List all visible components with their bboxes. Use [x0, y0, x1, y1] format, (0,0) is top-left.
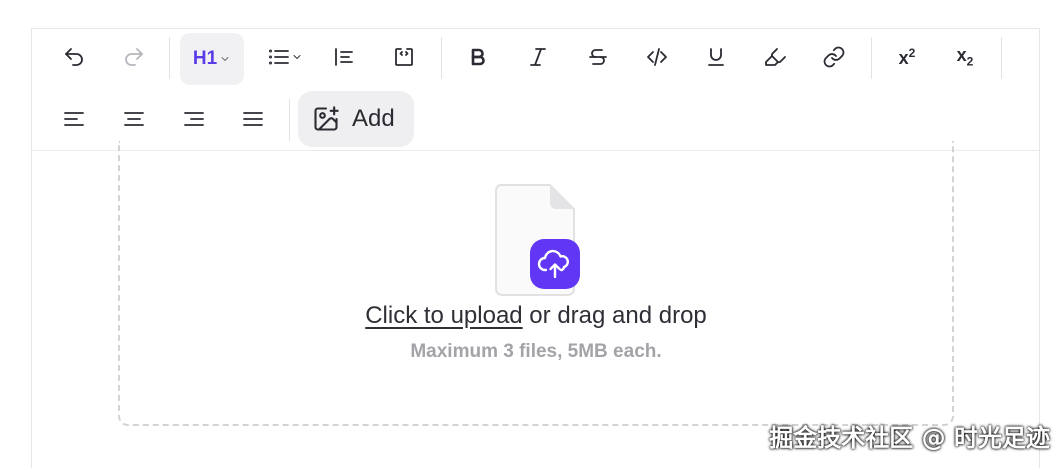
- bold-button[interactable]: [456, 37, 500, 77]
- superscript-icon: x2: [898, 45, 916, 68]
- heading-label: H1: [192, 48, 218, 69]
- link-icon: [823, 46, 845, 68]
- strikethrough-button[interactable]: [576, 37, 620, 77]
- superscript-button[interactable]: x2: [885, 37, 929, 77]
- toolbar-row-2: [32, 91, 1039, 147]
- upload-instruction: Click to upload or drag and drop: [120, 302, 952, 330]
- italic-icon: [530, 48, 546, 66]
- undo-button[interactable]: [52, 37, 96, 77]
- align-justify-button[interactable]: [231, 99, 275, 139]
- upload-limit-hint: Maximum 3 files, 5MB each.: [410, 341, 662, 362]
- code-block-button[interactable]: [382, 37, 426, 77]
- bullet-list-icon: [269, 49, 289, 65]
- toolbar-row-1: H1 x2 x2: [32, 33, 1039, 97]
- toolbar-divider: [871, 37, 872, 79]
- toolbar-divider: [169, 37, 170, 79]
- inline-code-button[interactable]: [635, 37, 679, 77]
- align-center-icon: [124, 112, 144, 126]
- italic-button[interactable]: [516, 37, 560, 77]
- bold-icon: [471, 48, 485, 66]
- highlight-button[interactable]: [753, 37, 797, 77]
- underline-icon: [708, 48, 724, 66]
- undo-icon: [65, 48, 83, 66]
- highlighter-icon: [765, 48, 786, 66]
- image-plus-icon: [314, 106, 339, 131]
- editor-toolbar: H1 x2 x2 Add: [32, 29, 1039, 151]
- code-block-icon: [395, 48, 413, 66]
- code-icon: [647, 48, 667, 66]
- toolbar-divider: [441, 37, 442, 79]
- align-left-button[interactable]: [52, 99, 96, 139]
- align-left-icon: [64, 112, 84, 126]
- redo-icon: [125, 48, 143, 66]
- align-justify-icon: [243, 112, 263, 126]
- chevron-down-icon: [293, 55, 301, 59]
- subscript-button[interactable]: x2: [943, 37, 987, 77]
- link-button[interactable]: [812, 37, 856, 77]
- blockquote-icon: [335, 48, 353, 66]
- rich-text-editor: H1 x2 x2 Add Click to upload or drag and…: [31, 28, 1040, 468]
- align-right-button[interactable]: [172, 99, 216, 139]
- file-upload-icon: [495, 184, 580, 296]
- add-button-label: Add: [352, 105, 395, 132]
- file-upload-dropzone[interactable]: Click to upload or drag and drop Maximum…: [118, 141, 954, 426]
- align-center-button[interactable]: [112, 99, 156, 139]
- align-right-icon: [184, 112, 204, 126]
- chevron-down-icon: [221, 57, 229, 61]
- redo-button[interactable]: [112, 37, 156, 77]
- heading-dropdown[interactable]: H1: [180, 33, 244, 85]
- strikethrough-icon: [589, 49, 607, 65]
- add-image-button[interactable]: Add: [298, 91, 414, 147]
- watermark: 掘金技术社区 @ 时光足迹: [769, 424, 1050, 452]
- click-to-upload-link[interactable]: Click to upload: [365, 302, 522, 329]
- subscript-icon: x2: [956, 45, 974, 69]
- toolbar-divider: [1001, 37, 1002, 79]
- list-dropdown[interactable]: [258, 37, 312, 77]
- toolbar-divider: [289, 99, 290, 141]
- drag-and-drop-text: or drag and drop: [522, 302, 707, 329]
- underline-button[interactable]: [694, 37, 738, 77]
- blockquote-button[interactable]: [322, 37, 366, 77]
